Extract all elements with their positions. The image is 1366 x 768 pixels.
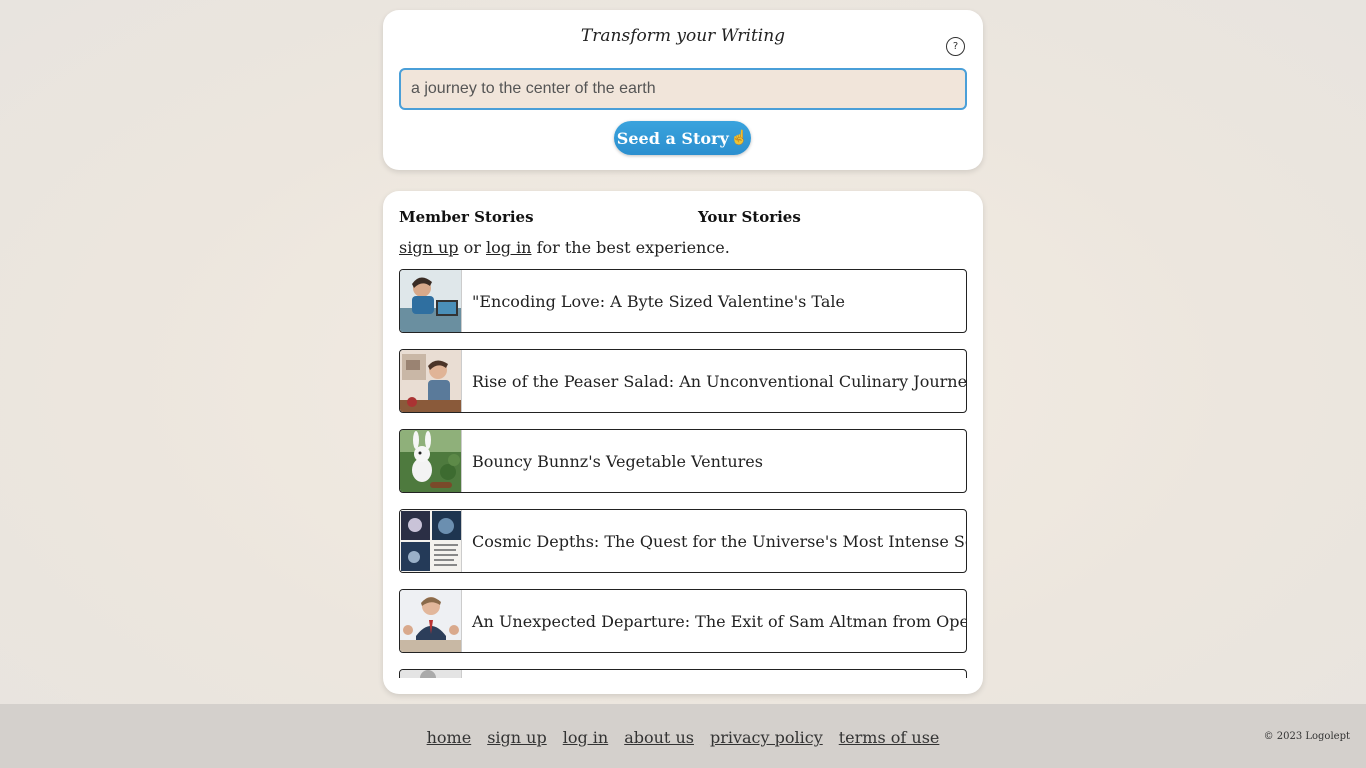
story-title: An Unexpected Departure: The Exit of Sam… — [472, 611, 967, 631]
story-item[interactable]: "Encoding Love: A Byte Sized Valentine's… — [399, 269, 967, 333]
story-list: "Encoding Love: A Byte Sized Valentine's… — [399, 269, 967, 678]
page-title: Transform your Writing — [580, 26, 786, 46]
partial-thumbnail-icon — [400, 670, 462, 678]
login-notice: sign up or log in for the best experienc… — [399, 238, 730, 257]
story-title: Cosmic Depths: The Quest for the Univers… — [472, 531, 967, 551]
cosmic-collage-icon — [400, 510, 462, 572]
story-title: Bouncy Bunnz's Vegetable Ventures — [472, 451, 763, 471]
footer: home sign up log in about us privacy pol… — [0, 704, 1366, 768]
white-bunny-icon — [400, 430, 462, 492]
sign-up-link[interactable]: sign up — [399, 238, 459, 257]
story-item[interactable]: An Unexpected Departure: The Exit of Sam… — [399, 589, 967, 653]
seed-story-label: Seed a Story — [616, 128, 729, 148]
log-in-link[interactable]: log in — [486, 238, 532, 257]
man-in-suit-icon — [400, 590, 462, 652]
pointer-hand-icon: ☝ — [730, 130, 749, 146]
footer-link-about-us[interactable]: about us — [624, 728, 694, 747]
footer-nav: home sign up log in about us privacy pol… — [0, 728, 1366, 747]
footer-link-home[interactable]: home — [427, 728, 472, 747]
stories-card: Member Stories Your Stories sign up or l… — [383, 191, 983, 694]
notice-suffix: for the best experience. — [536, 238, 730, 257]
man-at-laptop-icon — [400, 270, 462, 332]
seed-card: Transform your Writing ? a journey to th… — [383, 10, 983, 170]
copyright: © 2023 Logolept — [1263, 731, 1350, 742]
story-item[interactable]: Cosmic Depths: The Quest for the Univers… — [399, 509, 967, 573]
man-thinking-icon — [400, 350, 462, 412]
footer-link-terms-of-use[interactable]: terms of use — [839, 728, 940, 747]
story-item[interactable] — [399, 669, 967, 678]
tab-your-stories[interactable]: Your Stories — [698, 208, 801, 226]
story-title: "Encoding Love: A Byte Sized Valentine's… — [472, 291, 845, 311]
story-title: Rise of the Peaser Salad: An Unconventio… — [472, 371, 967, 391]
footer-link-sign-up[interactable]: sign up — [487, 728, 547, 747]
story-item[interactable]: Bouncy Bunnz's Vegetable Ventures — [399, 429, 967, 493]
tab-member-stories[interactable]: Member Stories — [399, 208, 534, 226]
seed-story-button[interactable]: Seed a Story ☝ — [614, 121, 751, 155]
footer-link-log-in[interactable]: log in — [563, 728, 609, 747]
footer-link-privacy-policy[interactable]: privacy policy — [710, 728, 823, 747]
notice-or: or — [463, 238, 481, 257]
help-icon[interactable]: ? — [946, 37, 965, 56]
story-seed-input[interactable]: a journey to the center of the earth — [399, 68, 967, 110]
story-item[interactable]: Rise of the Peaser Salad: An Unconventio… — [399, 349, 967, 413]
